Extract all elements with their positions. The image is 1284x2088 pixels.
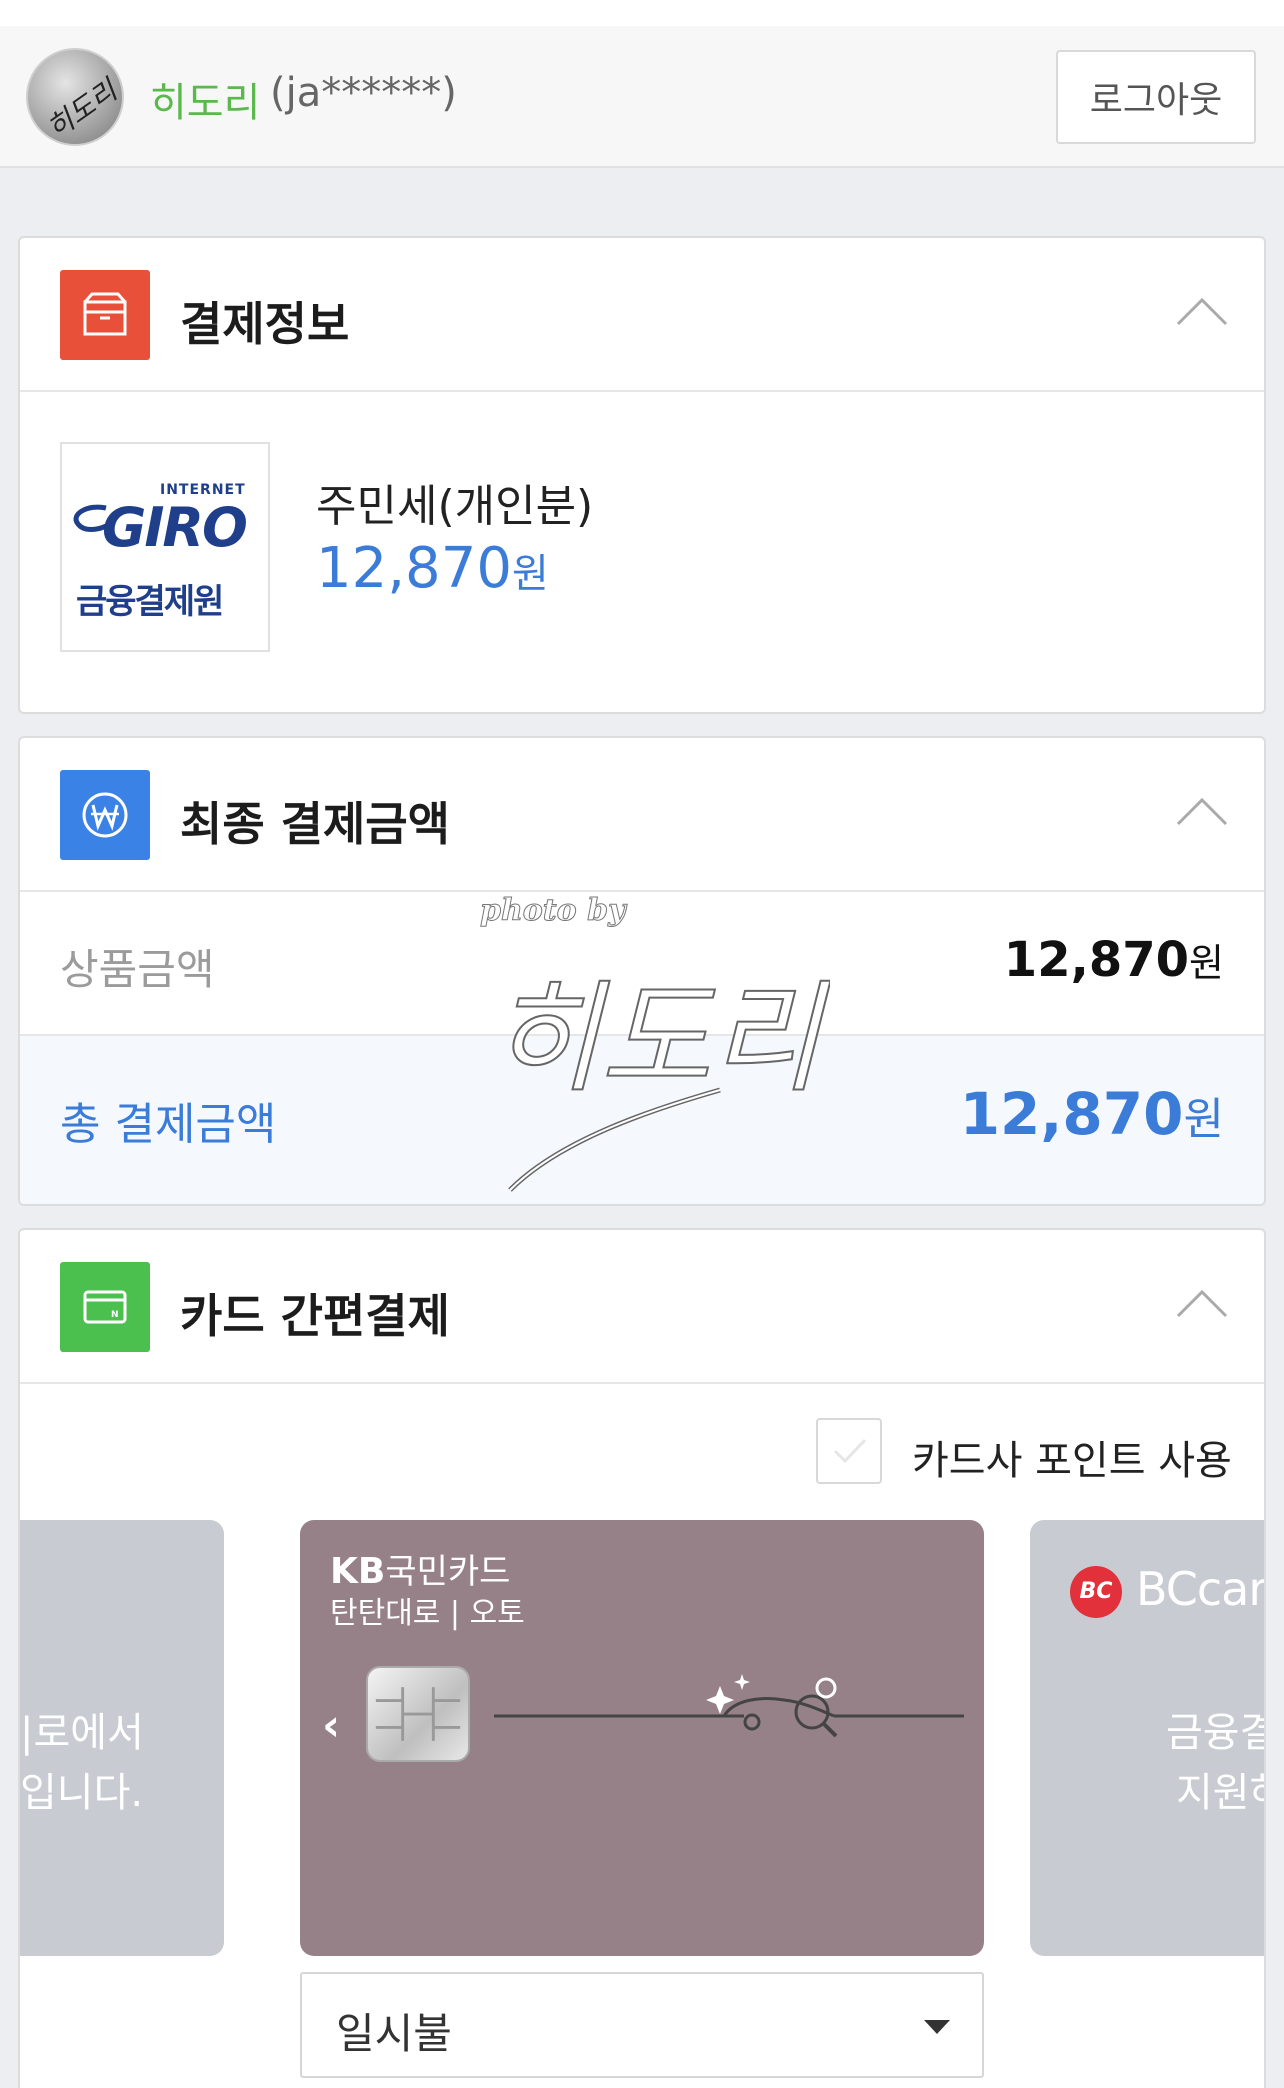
card-prev-line1: |로에서: [20, 1710, 144, 1756]
kb-brand: KB: [330, 1551, 386, 1592]
chevron-up-icon[interactable]: [1176, 796, 1228, 826]
giro-logo: INTERNET GIRO 금융결제원: [60, 442, 270, 652]
bc-brand-text: BCcard: [1136, 1562, 1266, 1616]
giro-logo-line2: GIRO: [102, 496, 248, 559]
card-icon: N: [60, 1262, 150, 1352]
logout-button[interactable]: 로그아웃: [1056, 50, 1256, 144]
card-point-checkbox[interactable]: [816, 1418, 882, 1484]
card-next-line1: 금융결제: [1166, 1710, 1264, 1756]
kb-card-product: 탄탄대로 | 오토: [330, 1596, 525, 1631]
avatar[interactable]: 히도리 blog: [26, 48, 124, 146]
won-icon: [60, 770, 150, 860]
product-amount-label: 상품금액: [60, 945, 215, 994]
final-amount-header[interactable]: 최종 결제금액: [20, 738, 1264, 892]
user-name: 히도리: [150, 80, 261, 126]
caret-down-icon: [924, 2020, 950, 2034]
final-amount-panel: 최종 결제금액 상품금액 12,870원 총 결제금액 12,870원: [18, 736, 1266, 1206]
bill-amount-currency: 원: [511, 551, 549, 597]
product-amount-value: 12,870원: [1004, 932, 1224, 988]
box-icon: [60, 270, 150, 360]
installment-value: 일시불: [336, 2009, 452, 2058]
product-amount-number: 12,870: [1003, 932, 1190, 988]
product-amount-row: 상품금액 12,870원: [20, 892, 1264, 1036]
check-icon: [833, 1438, 867, 1464]
giro-logo-line3: 금융결제원: [76, 582, 224, 622]
bill-amount-value: 12,870: [316, 536, 512, 601]
payment-info-panel: 결제정보 INTERNET GIRO 금융결제원 주민세(개인분) 12,870…: [18, 236, 1266, 714]
card-prev[interactable]: |로에서 입니다.: [20, 1520, 224, 1956]
avatar-text: 히도리 blog: [40, 48, 124, 146]
product-amount-currency: 원: [1189, 941, 1224, 985]
final-amount-title: 최종 결제금액: [180, 797, 450, 851]
user-id: (ja******): [270, 70, 457, 116]
kb-card-logo: KB국민카드: [330, 1544, 510, 1593]
bill-item-name: 주민세(개인분): [316, 481, 594, 532]
payment-info-title: 결제정보: [180, 297, 350, 351]
card-point-row: 카드사 포인트 사용: [20, 1384, 1264, 1484]
installment-select[interactable]: 일시불: [300, 1972, 984, 2078]
total-amount-number: 12,870: [959, 1080, 1184, 1148]
card-prev-line2: 입니다.: [20, 1770, 144, 1816]
total-amount-currency: 원: [1183, 1094, 1224, 1145]
svg-text:N: N: [111, 1310, 119, 1320]
card-pay-panel: N 카드 간편결제 카드사 포인트 사용 |로에서 입니다. KB국민카드 탄탄…: [18, 1228, 1266, 2088]
header-bar: 히도리 blog 히도리 (ja******) 로그아웃: [0, 26, 1284, 168]
kb-brand-name: 국민카드: [385, 1552, 511, 1592]
status-strip: [0, 0, 1284, 26]
payment-info-header[interactable]: 결제정보: [20, 238, 1264, 392]
card-pay-header[interactable]: N 카드 간편결제: [20, 1230, 1264, 1384]
total-amount-label: 총 결제금액: [60, 1099, 277, 1150]
card-next-bc[interactable]: BC BCcard 금융결제 지원하: [1030, 1520, 1266, 1956]
card-next-line2: 지원하: [1176, 1770, 1264, 1816]
car-search-icon: [494, 1674, 964, 1738]
card-prev-arrow-icon[interactable]: ‹: [322, 1700, 340, 1751]
bc-badge-icon: BC: [1070, 1566, 1122, 1618]
total-amount-value: 12,870원: [960, 1080, 1224, 1148]
card-selected-kb[interactable]: KB국민카드 탄탄대로 | 오토 ‹: [300, 1520, 984, 1956]
card-point-label[interactable]: 카드사 포인트 사용: [912, 1428, 1232, 1486]
chevron-up-icon[interactable]: [1176, 1288, 1228, 1318]
card-chip-icon: [366, 1666, 470, 1762]
chevron-up-icon[interactable]: [1176, 296, 1228, 326]
total-amount-row: 총 결제금액 12,870원: [20, 1036, 1264, 1204]
bill-item-amount: 12,870원: [316, 536, 549, 601]
card-pay-title: 카드 간편결제: [180, 1289, 450, 1343]
